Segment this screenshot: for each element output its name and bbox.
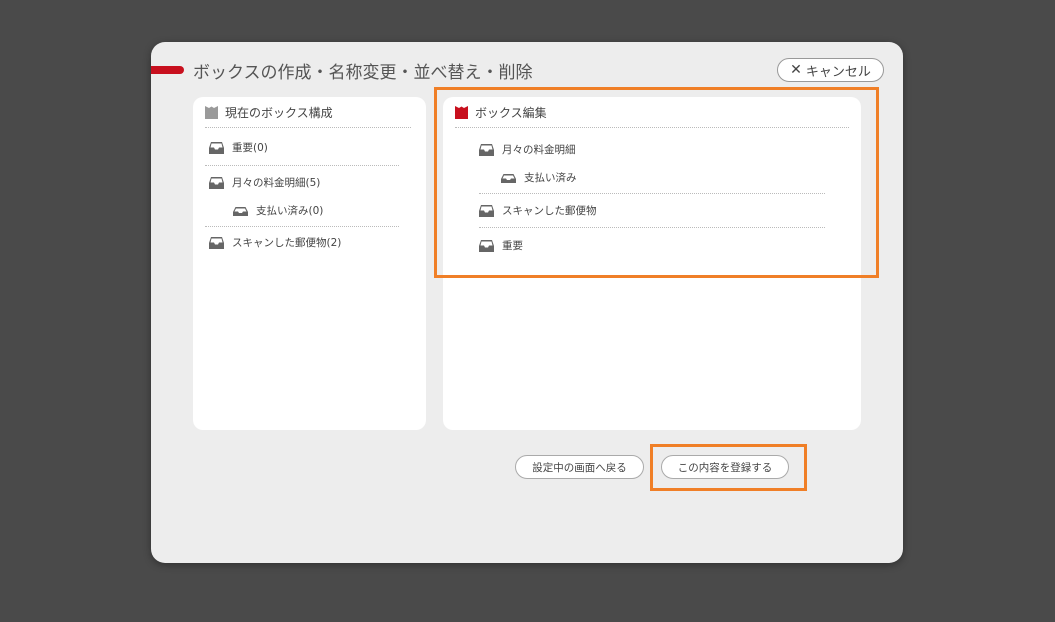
tray-open-icon <box>233 205 248 217</box>
current-box-item-label: 重要(0) <box>232 142 268 154</box>
divider <box>479 193 825 194</box>
edit-box-subitem-label: 支払い済み <box>524 172 577 184</box>
back-to-settings-button[interactable]: 設定中の画面へ戻る <box>515 455 644 479</box>
divider <box>205 127 411 128</box>
edit-box-item[interactable]: 月々の料金明細 <box>479 142 576 157</box>
box-settings-dialog: ボックスの作成・名称変更・並べ替え・削除 ✕ キャンセル 現在のボックス構成 重… <box>151 42 903 563</box>
cancel-button[interactable]: ✕ キャンセル <box>777 58 884 82</box>
cancel-button-label: キャンセル <box>805 64 871 80</box>
current-box-panel-title: 現在のボックス構成 <box>225 106 333 120</box>
edit-box-item[interactable]: 重要 <box>479 238 523 253</box>
tray-open-icon <box>501 172 516 184</box>
tray-icon <box>209 141 224 154</box>
close-icon: ✕ <box>790 62 802 78</box>
edit-box-item[interactable]: スキャンした郵便物 <box>479 203 597 218</box>
box-edit-panel: ボックス編集 月々の料金明細 支払い済み スキャンした郵便物 重要 <box>443 97 861 430</box>
current-box-item: 月々の料金明細(5) <box>209 175 320 190</box>
edit-box-item-label: 月々の料金明細 <box>502 144 576 156</box>
box-red-icon <box>455 106 468 119</box>
current-box-subitem: 支払い済み(0) <box>233 203 323 218</box>
box-edit-panel-header: ボックス編集 <box>455 104 547 121</box>
divider <box>455 127 849 128</box>
register-button[interactable]: この内容を登録する <box>661 455 789 479</box>
tray-icon <box>479 143 494 156</box>
tray-icon <box>479 239 494 252</box>
tray-icon <box>209 236 224 249</box>
box-edit-panel-title: ボックス編集 <box>475 106 547 120</box>
divider <box>205 165 399 166</box>
current-box-item: 重要(0) <box>209 140 268 155</box>
current-box-panel-header: 現在のボックス構成 <box>205 104 333 121</box>
current-box-item-label: 月々の料金明細(5) <box>232 177 321 189</box>
divider <box>205 226 399 227</box>
tray-icon <box>479 204 494 217</box>
current-box-item: スキャンした郵便物(2) <box>209 235 341 250</box>
box-gray-icon <box>205 106 218 119</box>
current-box-item-label: スキャンした郵便物(2) <box>232 237 342 249</box>
current-box-panel: 現在のボックス構成 重要(0) 月々の料金明細(5) 支払い済み(0) スキャン… <box>193 97 426 430</box>
edit-box-item-label: 重要 <box>502 240 523 252</box>
tray-icon <box>209 176 224 189</box>
title-accent-bar <box>151 66 184 74</box>
edit-box-item-label: スキャンした郵便物 <box>502 205 597 217</box>
divider <box>479 227 825 228</box>
dialog-title: ボックスの作成・名称変更・並べ替え・削除 <box>193 63 533 83</box>
edit-box-subitem[interactable]: 支払い済み <box>501 170 577 185</box>
current-box-subitem-label: 支払い済み(0) <box>256 205 324 217</box>
